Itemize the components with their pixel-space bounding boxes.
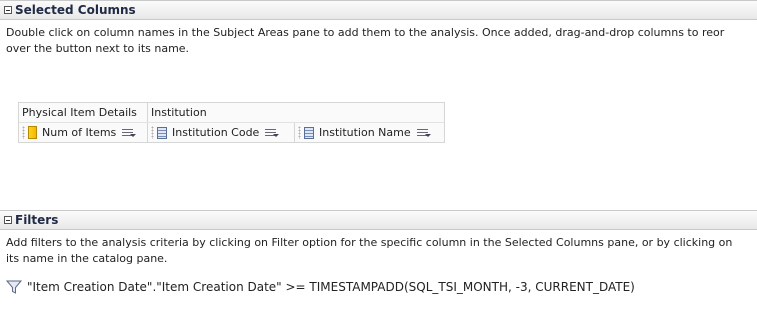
- filter-funnel-icon: [6, 280, 22, 294]
- measure-icon: [28, 126, 37, 139]
- column-options-icon[interactable]: [122, 128, 137, 138]
- column-button-row: Num of Items Institution Code Institutio…: [19, 122, 444, 142]
- drag-handle-icon[interactable]: [151, 126, 154, 139]
- collapse-icon[interactable]: [4, 6, 12, 14]
- filters-panel: Filters Add filters to the analysis crit…: [0, 210, 757, 322]
- drag-handle-icon[interactable]: [298, 126, 301, 139]
- instructions-line: Double click on column names in the Subj…: [6, 26, 725, 39]
- instructions-line: over the button next to its name.: [6, 42, 190, 55]
- column-institution-name[interactable]: Institution Name: [295, 123, 444, 142]
- selected-columns-instructions: Double click on column names in the Subj…: [0, 20, 757, 57]
- column-group-institution[interactable]: Institution: [148, 103, 444, 122]
- collapse-icon[interactable]: [4, 216, 12, 224]
- instructions-line: Add filters to the analysis criteria by …: [6, 236, 733, 249]
- column-num-of-items[interactable]: Num of Items: [19, 123, 148, 142]
- selected-columns-header[interactable]: Selected Columns: [0, 0, 757, 20]
- column-options-icon[interactable]: [416, 128, 431, 138]
- column-label: Num of Items: [42, 126, 117, 139]
- selected-columns-grid: Physical Item Details Institution Num of…: [18, 102, 445, 143]
- column-options-icon[interactable]: [265, 128, 280, 138]
- filter-item[interactable]: "Item Creation Date"."Item Creation Date…: [0, 279, 757, 295]
- drag-handle-icon[interactable]: [22, 126, 25, 139]
- column-label: Institution Name: [319, 126, 411, 139]
- attribute-column-icon: [304, 126, 314, 139]
- column-label: Institution Code: [172, 126, 260, 139]
- column-group-row: Physical Item Details Institution: [19, 103, 444, 122]
- attribute-column-icon: [157, 126, 167, 139]
- instructions-line: its name in the catalog pane.: [6, 252, 168, 265]
- filter-expression[interactable]: "Item Creation Date"."Item Creation Date…: [27, 280, 635, 294]
- column-institution-code[interactable]: Institution Code: [148, 123, 295, 142]
- column-group-physical-item-details[interactable]: Physical Item Details: [19, 103, 148, 122]
- filters-title: Filters: [15, 213, 59, 227]
- filters-header[interactable]: Filters: [0, 210, 757, 230]
- selected-columns-title: Selected Columns: [15, 3, 136, 17]
- filters-instructions: Add filters to the analysis criteria by …: [0, 230, 757, 267]
